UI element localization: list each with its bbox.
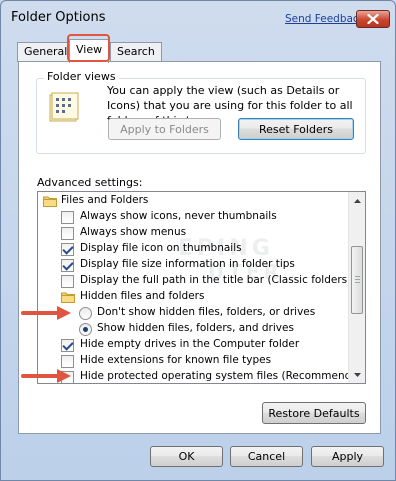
red-arrow-hide-protected-files: [21, 369, 71, 383]
scroll-down-button[interactable]: [349, 366, 365, 383]
tree-item-label: Always show icons, never thumbnails: [80, 210, 277, 222]
folder-icon: [43, 196, 57, 207]
tree-item-hide-empty-drives[interactable]: Hide empty drives in the Computer folder: [38, 337, 348, 353]
title-bar[interactable]: Folder Options Send Feedback: [1, 1, 395, 35]
tree-item-files-and-folders[interactable]: Files and Folders: [38, 193, 348, 209]
tab-view-highlight: [67, 34, 110, 62]
checkbox-checked[interactable]: [61, 339, 74, 352]
folder-views-label: Folder views: [44, 70, 119, 83]
checkbox-checked[interactable]: [61, 243, 74, 256]
checkbox[interactable]: [61, 275, 74, 288]
scroll-thumb[interactable]: [351, 246, 363, 314]
tree-item-always-show-icons[interactable]: Always show icons, never thumbnails: [38, 209, 348, 225]
close-button[interactable]: [356, 10, 390, 28]
tree-item-label: Display file size information in folder …: [80, 258, 295, 270]
folder-icon: [61, 292, 75, 303]
tree-item-dont-show-hidden[interactable]: Don't show hidden files, folders, or dri…: [38, 305, 348, 321]
folder-views-icon: [49, 92, 79, 122]
tree-item-label: Don't show hidden files, folders, or dri…: [97, 306, 316, 318]
close-icon: [367, 14, 379, 24]
restore-defaults-button[interactable]: Restore Defaults: [262, 402, 366, 424]
chevron-up-icon: [353, 198, 361, 203]
apply-button[interactable]: Apply: [311, 446, 384, 467]
ok-button[interactable]: OK: [150, 446, 223, 467]
tree-item-display-file-size[interactable]: Display file size information in folder …: [38, 257, 348, 273]
checkbox[interactable]: [61, 211, 74, 224]
tree-item-show-hidden[interactable]: Show hidden files, folders, and drives: [38, 321, 348, 337]
reset-folders-button[interactable]: Reset Folders: [238, 118, 354, 140]
scrollbar[interactable]: [348, 192, 365, 383]
tree-item-label: Files and Folders: [61, 194, 149, 206]
scroll-up-button[interactable]: [349, 192, 365, 209]
tree-item-label: Display the full path in the title bar (…: [80, 274, 366, 286]
tree-item-hidden-files-and-folders[interactable]: Hidden files and folders: [38, 289, 348, 305]
tree-item-label: Hide extensions for known file types: [80, 354, 272, 366]
radio-button-selected[interactable]: [79, 323, 92, 336]
tree-item-label: Hidden files and folders: [80, 290, 205, 302]
tree-item-hide-protected-os-files[interactable]: Hide protected operating system files (R…: [38, 369, 365, 383]
advanced-settings-label: Advanced settings:: [37, 176, 143, 189]
tree-item-label: Hide protected operating system files (R…: [80, 370, 366, 382]
tree-item-always-show-menus[interactable]: Always show menus: [38, 225, 348, 241]
radio-button[interactable]: [79, 307, 92, 320]
tree-item-label: Always show menus: [80, 226, 187, 238]
tree-item-label: Show hidden files, folders, and drives: [97, 322, 294, 334]
tab-general[interactable]: General: [17, 42, 75, 62]
tree-item-label: Hide empty drives in the Computer folder: [80, 338, 300, 350]
folder-options-window: Folder Options Send Feedback General Vie…: [0, 0, 396, 481]
send-feedback-link[interactable]: Send Feedback: [285, 13, 365, 25]
apply-to-folders-button[interactable]: Apply to Folders: [108, 118, 221, 140]
tab-search[interactable]: Search: [110, 42, 162, 62]
chevron-down-icon: [353, 372, 361, 377]
checkbox-checked[interactable]: [61, 259, 74, 272]
tree-item-hide-extensions[interactable]: Hide extensions for known file types: [38, 353, 348, 369]
checkbox[interactable]: [61, 227, 74, 240]
red-arrow-dont-show-hidden: [21, 306, 71, 320]
tree-item-display-full-path[interactable]: Display the full path in the title bar (…: [38, 273, 365, 289]
advanced-settings-list[interactable]: EPING UTER Files and Folders Always show…: [37, 191, 366, 384]
window-title: Folder Options: [11, 10, 106, 25]
tree-item-label: Display file icon on thumbnails: [80, 242, 242, 254]
tree-item-display-file-icon[interactable]: Display file icon on thumbnails: [38, 241, 348, 257]
cancel-button[interactable]: Cancel: [230, 446, 303, 467]
